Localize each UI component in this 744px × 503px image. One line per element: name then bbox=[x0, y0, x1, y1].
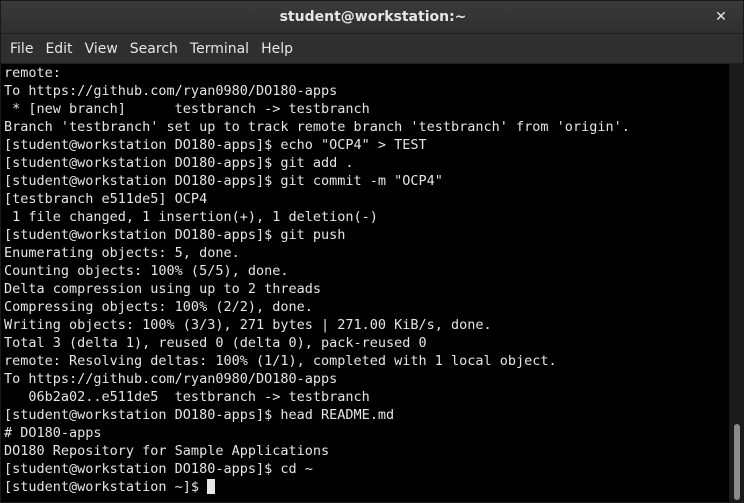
terminal-window: student@workstation:~ ✕ File Edit View S… bbox=[0, 0, 744, 503]
terminal-line: Total 3 (delta 1), reused 0 (delta 0), p… bbox=[4, 335, 427, 351]
terminal-line: [student@workstation DO180-apps]$ git pu… bbox=[4, 227, 346, 243]
terminal-line: Writing objects: 100% (3/3), 271 bytes |… bbox=[4, 317, 492, 333]
terminal-line: Branch 'testbranch' set up to track remo… bbox=[4, 119, 630, 135]
title-bar[interactable]: student@workstation:~ ✕ bbox=[1, 1, 743, 34]
terminal-line: [student@workstation DO180-apps]$ git ad… bbox=[4, 155, 354, 171]
terminal-line: # DO180-apps bbox=[4, 425, 102, 441]
terminal-line: [student@workstation DO180-apps]$ head R… bbox=[4, 407, 395, 423]
shell-prompt: [student@workstation ~]$ bbox=[4, 479, 208, 495]
prompt-line[interactable]: [student@workstation ~]$ bbox=[4, 478, 729, 496]
menu-edit[interactable]: Edit bbox=[39, 34, 78, 64]
terminal-line: Delta compression using up to 2 threads bbox=[4, 281, 321, 297]
terminal-line: [testbranch e511de5] OCP4 bbox=[4, 191, 208, 207]
menu-help[interactable]: Help bbox=[255, 34, 299, 64]
terminal-text: remote: To https://github.com/ryan0980/DO… bbox=[1, 64, 729, 496]
terminal-line: 06b2a02..e511de5 testbranch -> testbranc… bbox=[4, 389, 370, 405]
text-cursor bbox=[207, 479, 216, 494]
menu-terminal[interactable]: Terminal bbox=[184, 34, 255, 64]
terminal-line: [student@workstation DO180-apps]$ cd ~ bbox=[4, 461, 313, 477]
menu-file[interactable]: File bbox=[4, 34, 39, 64]
close-icon[interactable]: ✕ bbox=[711, 7, 731, 27]
terminal-line: Counting objects: 100% (5/5), done. bbox=[4, 263, 289, 279]
menu-view[interactable]: View bbox=[79, 34, 124, 64]
terminal-line: remote: bbox=[4, 65, 61, 81]
window-title: student@workstation:~ bbox=[279, 9, 467, 25]
terminal-line: To https://github.com/ryan0980/DO180-app… bbox=[4, 83, 338, 99]
terminal-line: [student@workstation DO180-apps]$ git co… bbox=[4, 173, 443, 189]
terminal-line: 1 file changed, 1 insertion(+), 1 deleti… bbox=[4, 209, 378, 225]
menu-search[interactable]: Search bbox=[124, 34, 184, 64]
terminal-line: Enumerating objects: 5, done. bbox=[4, 245, 240, 261]
terminal-line: * [new branch] testbranch -> testbranch bbox=[4, 101, 370, 117]
terminal-line: Compressing objects: 100% (2/2), done. bbox=[4, 299, 313, 315]
scrollbar[interactable] bbox=[729, 64, 743, 502]
terminal-line: To https://github.com/ryan0980/DO180-app… bbox=[4, 371, 338, 387]
terminal-line: remote: Resolving deltas: 100% (1/1), co… bbox=[4, 353, 557, 369]
terminal-line: [student@workstation DO180-apps]$ echo "… bbox=[4, 137, 427, 153]
scrollbar-thumb[interactable] bbox=[734, 424, 740, 500]
terminal-line: DO180 Repository for Sample Applications bbox=[4, 443, 330, 459]
menu-bar: File Edit View Search Terminal Help bbox=[1, 34, 743, 64]
terminal-output[interactable]: remote: To https://github.com/ryan0980/DO… bbox=[1, 64, 729, 502]
